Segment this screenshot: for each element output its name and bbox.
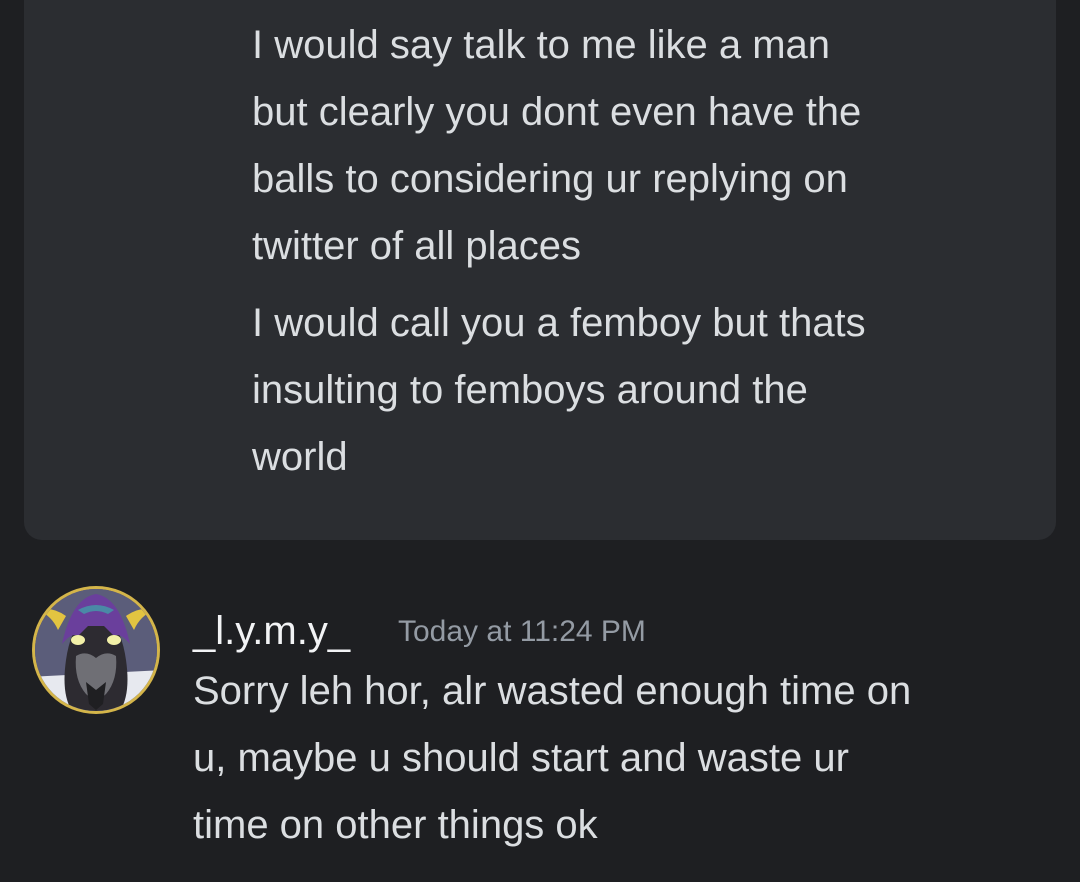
avatar[interactable]: [28, 582, 164, 718]
timestamp: Today at 11:24 PM: [398, 615, 646, 648]
username[interactable]: _l.y.m.y_: [193, 606, 350, 656]
message-text: Sorry leh hor, alr wasted enough time on…: [193, 669, 912, 847]
message-text: I would say talk to me like a man but cl…: [252, 23, 862, 268]
cat-avatar-icon: [32, 586, 160, 714]
message-text: I would call you a femboy but thats insu…: [252, 301, 866, 479]
